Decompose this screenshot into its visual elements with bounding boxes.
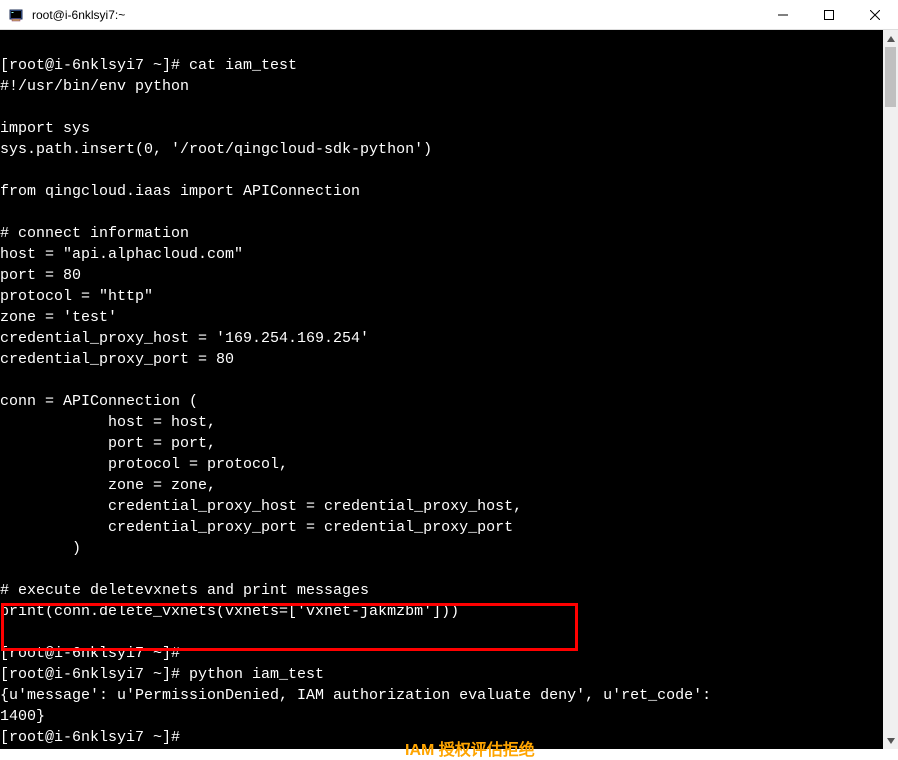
terminal-content[interactable]: [root@i-6nklsyi7 ~]# cat iam_test#!/usr/…: [0, 30, 883, 749]
terminal-line: [0, 97, 883, 118]
terminal-line: conn = APIConnection (: [0, 391, 883, 412]
terminal-line: protocol = protocol,: [0, 454, 883, 475]
terminal-line: [0, 559, 883, 580]
scroll-down-button[interactable]: [883, 732, 898, 749]
terminal-line: sys.path.insert(0, '/root/qingcloud-sdk-…: [0, 139, 883, 160]
terminal-line: [0, 202, 883, 223]
terminal-line: [0, 160, 883, 181]
terminal-line: protocol = "http": [0, 286, 883, 307]
terminal-line: # execute deletevxnets and print message…: [0, 580, 883, 601]
close-button[interactable]: [852, 0, 898, 30]
terminal-line: credential_proxy_port = 80: [0, 349, 883, 370]
terminal-line: #!/usr/bin/env python: [0, 76, 883, 97]
terminal-line: 1400}: [0, 706, 883, 727]
window-titlebar: root@i-6nklsyi7:~: [0, 0, 898, 30]
terminal-line: [0, 370, 883, 391]
annotation-text: IAM 授权评估拒绝: [405, 736, 535, 760]
terminal-line: from qingcloud.iaas import APIConnection: [0, 181, 883, 202]
terminal-line: zone = zone,: [0, 475, 883, 496]
terminal-line: zone = 'test': [0, 307, 883, 328]
terminal-line: port = port,: [0, 433, 883, 454]
maximize-button[interactable]: [806, 0, 852, 30]
terminal-line: credential_proxy_port = credential_proxy…: [0, 517, 883, 538]
window-title: root@i-6nklsyi7:~: [32, 8, 125, 22]
terminal-line: host = host,: [0, 412, 883, 433]
terminal-line: [0, 34, 883, 55]
putty-icon: [4, 7, 28, 23]
window-controls: [760, 0, 898, 30]
terminal-line: port = 80: [0, 265, 883, 286]
terminal-line: import sys: [0, 118, 883, 139]
vertical-scrollbar[interactable]: [883, 30, 898, 749]
terminal-line: [root@i-6nklsyi7 ~]#: [0, 643, 883, 664]
terminal-line: credential_proxy_host = '169.254.169.254…: [0, 328, 883, 349]
terminal-line: print(conn.delete_vxnets(vxnets=['vxnet-…: [0, 601, 883, 622]
terminal-line: [root@i-6nklsyi7 ~]# python iam_test: [0, 664, 883, 685]
terminal-line: [root@i-6nklsyi7 ~]# cat iam_test: [0, 55, 883, 76]
minimize-button[interactable]: [760, 0, 806, 30]
terminal-line: {u'message': u'PermissionDenied, IAM aut…: [0, 685, 883, 706]
terminal-line: credential_proxy_host = credential_proxy…: [0, 496, 883, 517]
terminal-line: # connect information: [0, 223, 883, 244]
scroll-up-button[interactable]: [883, 30, 898, 47]
scroll-thumb[interactable]: [885, 47, 896, 107]
terminal-line: ): [0, 538, 883, 559]
terminal-line: [0, 622, 883, 643]
terminal-line: host = "api.alphacloud.com": [0, 244, 883, 265]
terminal-area: [root@i-6nklsyi7 ~]# cat iam_test#!/usr/…: [0, 30, 898, 749]
